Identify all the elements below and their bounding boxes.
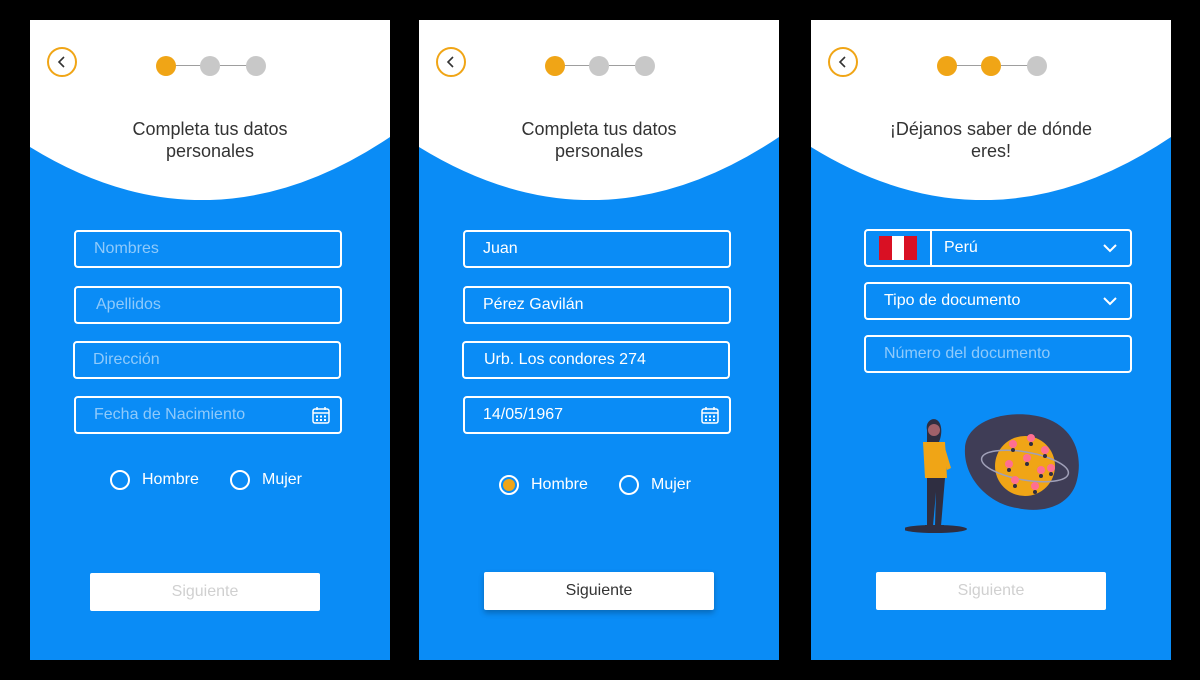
title-line-2: personales [554,141,644,161]
title-line-2: personales [165,141,255,161]
back-arrow-icon [57,56,65,68]
radio-hombre-label: Hombre [142,471,199,488]
step-dot-2 [200,56,220,76]
nombres-field[interactable]: Nombres [74,230,342,268]
fecha-placeholder: Fecha de Nacimiento [94,406,246,423]
apellidos-field[interactable]: Pérez Gavilán [463,286,731,324]
next-button[interactable]: Siguiente [484,572,714,610]
step-connector [1001,65,1029,66]
radio-hombre[interactable]: Hombre [499,475,588,495]
direccion-field[interactable]: Urb. Los condores 274 [462,341,730,379]
peru-flag-icon [879,236,918,260]
screen-personal-data-empty: Completa tus datos personales Nombres Ap… [30,20,390,660]
document-type-value: Tipo de documento [884,292,1021,309]
page-title: Completa tus datos personales [30,118,390,162]
step-connector [955,65,983,66]
calendar-icon[interactable] [701,406,719,424]
country-value: Perú [944,239,978,256]
radio-circle [619,475,639,495]
radio-mujer-label: Mujer [262,471,303,488]
nombres-placeholder: Nombres [94,240,159,257]
step-dot-3 [246,56,266,76]
radio-mujer[interactable]: Mujer [230,470,302,490]
header-wave [811,20,1171,200]
planet-icon [995,436,1055,496]
gender-radio-group: Hombre Mujer [419,475,779,499]
woman-figure [923,419,951,529]
next-button[interactable]: Siguiente [90,573,320,611]
step-dot-1 [545,56,565,76]
apellidos-value: Pérez Gavilán [483,296,584,313]
page-title: Completa tus datos personales [419,118,779,162]
step-dot-3 [635,56,655,76]
direccion-field[interactable]: Dirección [73,341,341,379]
progress-stepper [543,55,659,77]
back-button[interactable] [828,47,858,77]
apellidos-placeholder: Apellidos [96,296,161,313]
progress-stepper [935,55,1051,77]
step-dot-1 [156,56,176,76]
back-button[interactable] [436,47,466,77]
back-arrow-icon [838,56,846,68]
step-dot-3 [1027,56,1047,76]
step-connector [174,65,202,66]
step-dot-2 [589,56,609,76]
screen-personal-data-filled: Completa tus datos personales Juan Pérez… [419,20,779,660]
radio-selected-dot [503,479,515,491]
direccion-value: Urb. Los condores 274 [484,351,646,368]
fecha-nacimiento-field[interactable]: 14/05/1967 [463,396,731,434]
step-connector [609,65,637,66]
title-line-1: Completa tus datos [132,119,288,139]
page-title: ¡Déjanos saber de dónde eres! [811,118,1171,162]
header-wave [30,20,390,200]
nombres-field[interactable]: Juan [463,230,731,268]
fecha-nacimiento-field[interactable]: Fecha de Nacimiento [74,396,342,434]
country-select[interactable]: Perú [864,229,1132,267]
document-type-select[interactable]: Tipo de documento [864,282,1132,320]
document-number-placeholder: Número del documento [884,345,1051,362]
world-location-illustration [905,414,1079,533]
title-line-1: Completa tus datos [521,119,677,139]
step-dot-2 [981,56,1001,76]
step-dot-1 [937,56,957,76]
radio-circle [110,470,130,490]
radio-mujer-label: Mujer [651,476,692,493]
back-button[interactable] [47,47,77,77]
back-arrow-icon [446,56,454,68]
screen-location: ¡Déjanos saber de dónde eres! Perú Tipo … [811,20,1171,660]
direccion-placeholder: Dirección [93,351,160,368]
radio-hombre[interactable]: Hombre [110,470,199,490]
chevron-down-icon [1103,244,1117,253]
calendar-icon[interactable] [312,406,330,424]
radio-hombre-label: Hombre [531,476,588,493]
document-number-field[interactable]: Número del documento [864,335,1132,373]
step-connector [220,65,248,66]
header-wave [419,20,779,200]
gender-radio-group: Hombre Mujer [30,470,390,494]
title-line-2: eres! [970,141,1012,161]
next-button[interactable]: Siguiente [876,572,1106,610]
nombres-value: Juan [483,240,518,257]
radio-circle [230,470,250,490]
apellidos-field[interactable]: Apellidos [74,286,342,324]
title-line-1: ¡Déjanos saber de dónde [889,119,1093,139]
step-connector [563,65,591,66]
fecha-value: 14/05/1967 [483,406,564,423]
country-flag-box [866,231,932,265]
chevron-down-icon [1103,297,1117,306]
radio-circle-selected [499,475,519,495]
radio-mujer[interactable]: Mujer [619,475,691,495]
progress-stepper [154,55,270,77]
